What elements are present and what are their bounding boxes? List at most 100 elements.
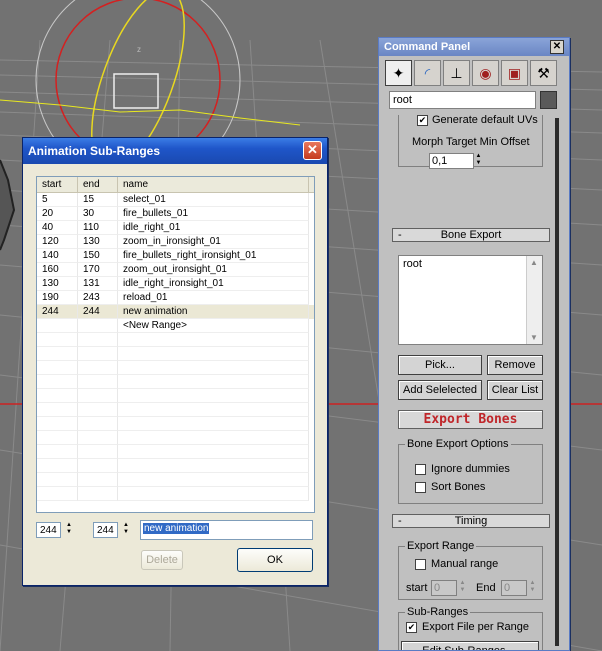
generate-uvs-checkbox[interactable]: ✔ bbox=[417, 115, 428, 126]
add-selected-button[interactable]: Add Selelected bbox=[398, 380, 482, 400]
motion-icon[interactable]: ◉ bbox=[472, 60, 499, 86]
close-icon[interactable]: ✕ bbox=[550, 40, 564, 54]
table-row[interactable]: 140 150 fire_bullets_right_ironsight_01 bbox=[37, 249, 314, 263]
cell-empty bbox=[118, 333, 309, 347]
table-row[interactable]: 5 15 select_01 bbox=[37, 193, 314, 207]
scroll-up-icon[interactable]: ▲ bbox=[529, 258, 539, 267]
end-spinner-field[interactable]: 244 bbox=[93, 522, 118, 538]
cell-name: zoom_out_ironsight_01 bbox=[118, 263, 309, 277]
cell-empty bbox=[37, 347, 78, 361]
cell-name: idle_right_ironsight_01 bbox=[118, 277, 309, 291]
object-name-field[interactable]: root bbox=[389, 91, 536, 109]
range-name-input[interactable]: new animation bbox=[140, 520, 313, 540]
cell-empty bbox=[37, 375, 78, 389]
bone-list-item[interactable]: root bbox=[403, 258, 538, 270]
bone-list-scrollbar[interactable]: ▲ ▼ bbox=[526, 256, 542, 344]
cell-end: 15 bbox=[78, 193, 118, 207]
ignore-dummies-checkbox[interactable] bbox=[415, 464, 426, 475]
cell-empty bbox=[78, 361, 118, 375]
cell-empty bbox=[37, 473, 78, 487]
table-row[interactable]: 120 130 zoom_in_ironsight_01 bbox=[37, 235, 314, 249]
table-row[interactable]: 244 244 new animation bbox=[37, 305, 314, 319]
cell-empty bbox=[118, 403, 309, 417]
morph-target-spinner[interactable]: ▲ ▼ bbox=[474, 153, 483, 169]
command-panel-title: Command Panel bbox=[384, 41, 471, 53]
cell-empty bbox=[78, 403, 118, 417]
cell-end: 131 bbox=[78, 277, 118, 291]
export-bones-button[interactable]: Export Bones bbox=[398, 410, 543, 429]
clear-list-button[interactable]: Clear List bbox=[487, 380, 543, 400]
cell-start: 5 bbox=[37, 193, 78, 207]
hierarchy-icon[interactable]: ⊥ bbox=[443, 60, 470, 86]
table-row[interactable]: 190 243 reload_01 bbox=[37, 291, 314, 305]
column-header-start[interactable]: start bbox=[37, 177, 78, 192]
cell-empty bbox=[118, 347, 309, 361]
dialog-title: Animation Sub-Ranges bbox=[28, 144, 161, 158]
timing-rollout-header[interactable]: - Timing bbox=[392, 514, 550, 528]
table-row[interactable]: 40 110 idle_right_01 bbox=[37, 221, 314, 235]
start-range-field[interactable]: 0 bbox=[431, 580, 457, 596]
bone-export-rollout-title: Bone Export bbox=[440, 229, 502, 241]
animation-subranges-dialog: Animation Sub-Ranges ✕ start end name 51… bbox=[22, 137, 328, 586]
close-icon[interactable]: ✕ bbox=[303, 141, 322, 160]
object-color-swatch[interactable] bbox=[540, 91, 557, 109]
cell-name: idle_right_01 bbox=[118, 221, 309, 235]
table-row[interactable]: <New Range> bbox=[37, 319, 314, 333]
remove-button[interactable]: Remove bbox=[487, 355, 543, 375]
cell-end: 110 bbox=[78, 221, 118, 235]
display-icon[interactable]: ▣ bbox=[501, 60, 528, 86]
start-range-spinner[interactable]: ▲ ▼ bbox=[458, 580, 467, 596]
cell-start: 160 bbox=[37, 263, 78, 277]
table-row[interactable]: 130 131 idle_right_ironsight_01 bbox=[37, 277, 314, 291]
cell-empty bbox=[78, 347, 118, 361]
spinner-down-icon[interactable]: ▼ bbox=[64, 529, 74, 536]
end-label: End bbox=[476, 582, 496, 594]
end-spinner-arrows[interactable]: ▲ ▼ bbox=[121, 522, 131, 538]
rollout-collapse-icon: - bbox=[398, 229, 402, 241]
cell-start: 140 bbox=[37, 249, 78, 263]
cell-end: 243 bbox=[78, 291, 118, 305]
bone-list[interactable]: root ▲ ▼ bbox=[398, 255, 543, 345]
subranges-table[interactable]: start end name 5 15 select_01 20 30 fire_bull… bbox=[36, 176, 315, 513]
table-row[interactable]: 160 170 zoom_out_ironsight_01 bbox=[37, 263, 314, 277]
cell-empty bbox=[37, 445, 78, 459]
spinner-up-icon[interactable]: ▲ bbox=[64, 522, 74, 529]
manual-range-checkbox[interactable] bbox=[415, 559, 426, 570]
scroll-down-icon[interactable]: ▼ bbox=[529, 333, 539, 342]
delete-button[interactable]: Delete bbox=[141, 550, 183, 570]
cell-empty bbox=[78, 487, 118, 501]
table-row-empty bbox=[37, 431, 314, 445]
dialog-titlebar[interactable]: Animation Sub-Ranges bbox=[23, 138, 327, 164]
sort-bones-checkbox[interactable] bbox=[415, 482, 426, 493]
pick-button[interactable]: Pick... bbox=[398, 355, 482, 375]
ok-button[interactable]: OK bbox=[237, 548, 313, 572]
export-file-per-range-checkbox[interactable]: ✔ bbox=[406, 622, 417, 633]
spinner-up-icon[interactable]: ▲ bbox=[121, 522, 131, 529]
start-spinner-arrows[interactable]: ▲ ▼ bbox=[64, 522, 74, 538]
morph-target-label: Morph Target Min Offset bbox=[412, 136, 530, 148]
end-range-spinner[interactable]: ▲ ▼ bbox=[528, 580, 537, 596]
column-header-name[interactable]: name bbox=[118, 177, 309, 192]
modify-icon[interactable]: ◜ bbox=[414, 60, 441, 86]
check-icon: ✔ bbox=[407, 622, 416, 632]
table-row-empty bbox=[37, 473, 314, 487]
command-panel-scrollbar[interactable] bbox=[555, 118, 559, 646]
cell-empty bbox=[78, 445, 118, 459]
cell-empty bbox=[118, 389, 309, 403]
edit-subranges-button[interactable]: Edit Sub-Ranges ... bbox=[401, 641, 539, 650]
cell-empty bbox=[118, 361, 309, 375]
column-header-end[interactable]: end bbox=[78, 177, 118, 192]
table-row[interactable]: 20 30 fire_bullets_01 bbox=[37, 207, 314, 221]
spinner-down-icon[interactable]: ▼ bbox=[121, 529, 131, 536]
cell-empty bbox=[37, 487, 78, 501]
create-icon[interactable]: ✦ bbox=[385, 60, 412, 86]
rollout-collapse-icon: - bbox=[398, 515, 402, 527]
table-row-empty bbox=[37, 403, 314, 417]
end-range-field[interactable]: 0 bbox=[501, 580, 527, 596]
bone-export-rollout-header[interactable]: - Bone Export bbox=[392, 228, 550, 242]
command-panel-titlebar[interactable]: Command Panel bbox=[379, 38, 569, 56]
table-row-empty bbox=[37, 417, 314, 431]
morph-target-field[interactable]: 0,1 bbox=[429, 153, 474, 169]
utilities-icon[interactable]: ⚒ bbox=[530, 60, 557, 86]
start-spinner-field[interactable]: 244 bbox=[36, 522, 61, 538]
